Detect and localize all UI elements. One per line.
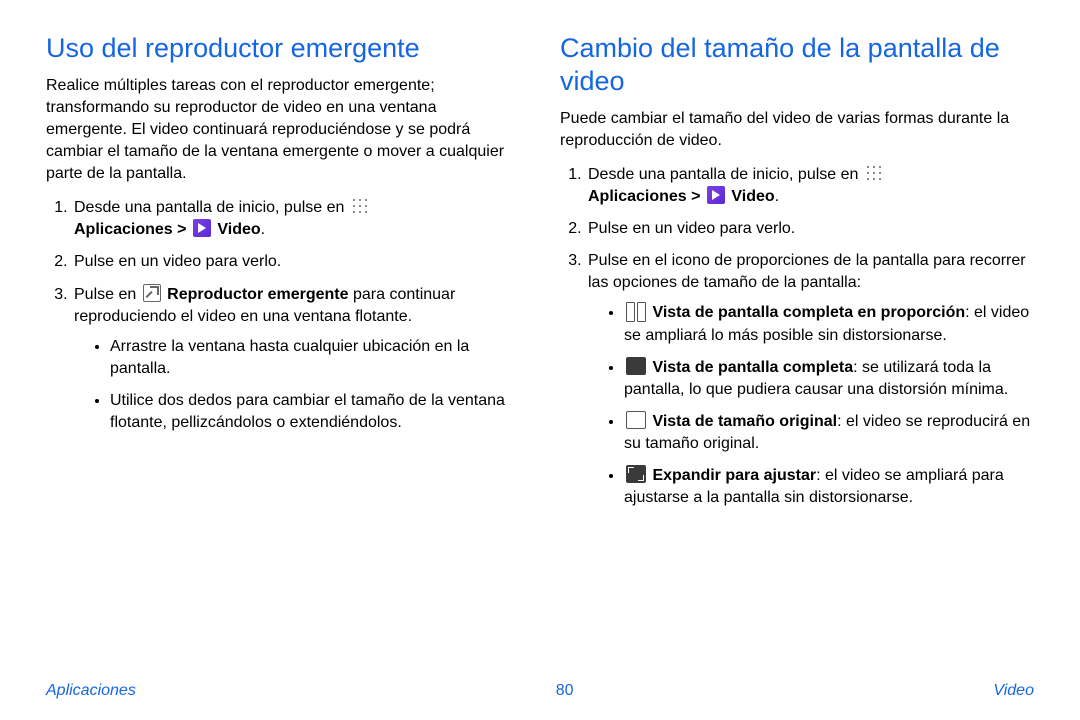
left-steps: Desde una pantalla de inicio, pulse en A…	[46, 197, 520, 434]
right-intro: Puede cambiar el tamaño del video de var…	[560, 108, 1034, 152]
popup-player-icon	[143, 284, 161, 302]
left-column: Uso del reproductor emergente Realice mú…	[46, 32, 520, 660]
right-step-1: Desde una pantalla de inicio, pulse en A…	[586, 164, 1034, 208]
b4-bold: Expandir para ajustar	[648, 467, 816, 484]
left-heading: Uso del reproductor emergente	[46, 32, 520, 65]
left-bullets: Arrastre la ventana hasta cualquier ubic…	[74, 336, 520, 434]
r-step1-post: .	[775, 188, 779, 205]
right-heading: Cambio del tamaño de la pantalla de vide…	[560, 32, 1034, 98]
original-size-icon	[626, 411, 646, 429]
page-content: Uso del reproductor emergente Realice mú…	[0, 0, 1080, 660]
step1-video-label: Video	[213, 221, 261, 238]
r-step1-pre: Desde una pantalla de inicio, pulse en	[588, 166, 863, 183]
r-step1-video-label: Video	[727, 188, 775, 205]
expand-fit-icon	[626, 465, 646, 483]
right-bullet-1: Vista de pantalla completa en proporción…	[624, 302, 1034, 346]
video-icon	[193, 219, 211, 237]
right-bullet-4: Expandir para ajustar: el video se ampli…	[624, 465, 1034, 509]
r-step1-apps-label: Aplicaciones >	[588, 188, 705, 205]
step3-pre: Pulse en	[74, 286, 141, 303]
right-bullet-2: Vista de pantalla completa: se utilizará…	[624, 357, 1034, 401]
footer-left: Aplicaciones	[46, 682, 136, 700]
right-column: Cambio del tamaño de la pantalla de vide…	[560, 32, 1034, 660]
step1-pre: Desde una pantalla de inicio, pulse en	[74, 199, 349, 216]
footer-right: Video	[993, 682, 1034, 700]
left-step-1: Desde una pantalla de inicio, pulse en A…	[72, 197, 520, 241]
left-bullet-1: Arrastre la ventana hasta cualquier ubic…	[110, 336, 520, 380]
b3-bold: Vista de tamaño original	[648, 413, 837, 430]
b2-bold: Vista de pantalla completa	[648, 359, 853, 376]
page-footer: Aplicaciones 80 Video	[0, 682, 1080, 700]
apps-grid-icon	[351, 197, 369, 215]
left-step-3: Pulse en Reproductor emergente para cont…	[72, 284, 520, 434]
right-steps: Desde una pantalla de inicio, pulse en A…	[560, 164, 1034, 509]
fullscreen-icon	[626, 357, 646, 375]
step1-apps-label: Aplicaciones >	[74, 221, 191, 238]
b1-bold: Vista de pantalla completa en proporción	[648, 304, 965, 321]
video-icon	[707, 186, 725, 204]
footer-page: 80	[556, 682, 574, 700]
r-step3-text: Pulse en el icono de proporciones de la …	[588, 252, 1026, 291]
right-bullets: Vista de pantalla completa en proporción…	[588, 302, 1034, 509]
right-step-2: Pulse en un video para verlo.	[586, 218, 1034, 240]
apps-grid-icon	[865, 164, 883, 182]
left-bullet-2: Utilice dos dedos para cambiar el tamaño…	[110, 390, 520, 434]
step3-bold: Reproductor emergente	[163, 286, 349, 303]
step1-post: .	[261, 221, 265, 238]
fullscreen-ratio-icon	[626, 302, 646, 320]
left-intro: Realice múltiples tareas con el reproduc…	[46, 75, 520, 185]
right-bullet-3: Vista de tamaño original: el video se re…	[624, 411, 1034, 455]
left-step-2: Pulse en un video para verlo.	[72, 251, 520, 273]
right-step-3: Pulse en el icono de proporciones de la …	[586, 250, 1034, 509]
